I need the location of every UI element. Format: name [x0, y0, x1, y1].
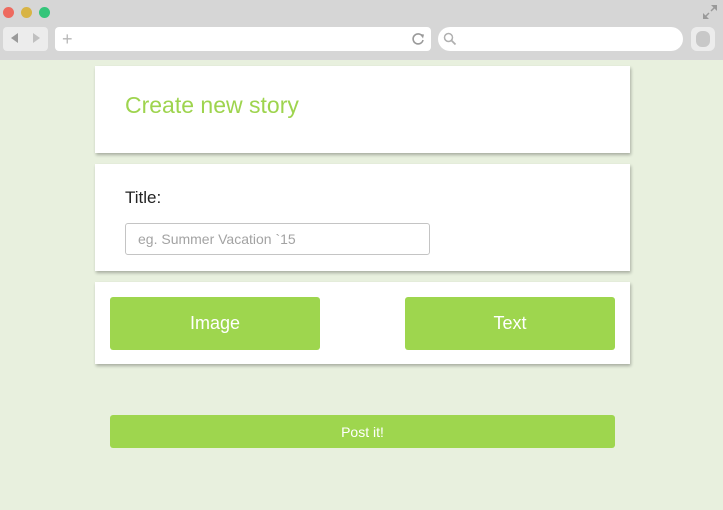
new-tab-icon[interactable]: +: [62, 28, 73, 50]
address-bar[interactable]: +: [55, 27, 431, 51]
reload-icon[interactable]: [410, 31, 426, 47]
title-label: Title:: [125, 188, 162, 207]
story-type-card: Image Text: [95, 282, 630, 364]
title-input[interactable]: [125, 223, 430, 255]
maximize-window-button[interactable]: [39, 7, 50, 18]
close-window-button[interactable]: [3, 7, 14, 18]
profile-button[interactable]: [691, 27, 715, 51]
browser-toolbar: +: [0, 0, 723, 60]
back-button[interactable]: [11, 33, 18, 43]
post-button[interactable]: Post it!: [110, 415, 615, 448]
text-button[interactable]: Text: [405, 297, 615, 350]
image-button[interactable]: Image: [110, 297, 320, 350]
search-icon: [443, 32, 457, 46]
page-title: Create new story: [125, 92, 299, 118]
heading-card: Create new story: [95, 66, 630, 153]
minimize-window-button[interactable]: [21, 7, 32, 18]
navigation-buttons: [3, 27, 48, 51]
expand-icon[interactable]: [703, 5, 717, 19]
browser-search-field[interactable]: [438, 27, 683, 51]
profile-icon: [696, 31, 710, 47]
title-card: Title:: [95, 164, 630, 271]
forward-button[interactable]: [33, 33, 40, 43]
